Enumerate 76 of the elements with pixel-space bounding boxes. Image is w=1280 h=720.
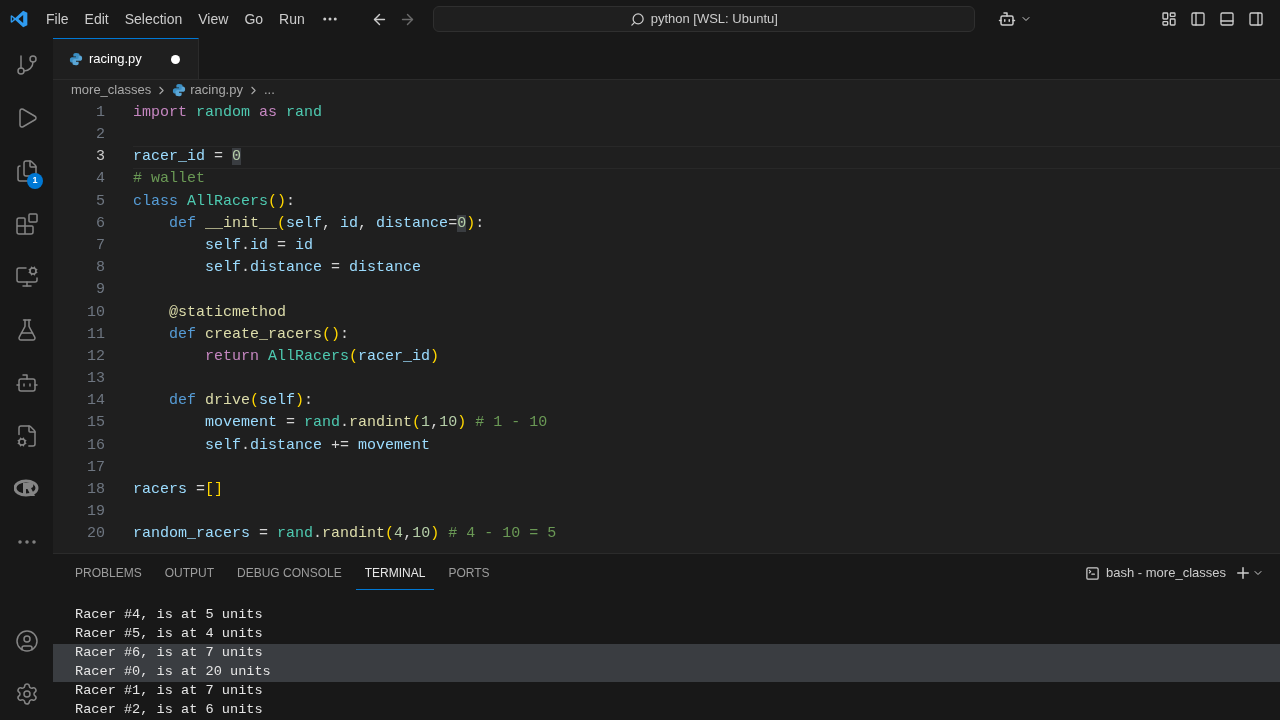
line-number: 13 (86, 369, 105, 390)
sidebar-toggle-icon[interactable] (1190, 11, 1206, 27)
code-line: def create_racers(): (168, 324, 350, 345)
app-logo-icon[interactable] (9, 9, 29, 29)
panel-tab[interactable]: PORTS (439, 556, 499, 590)
terminal-output-line: Racer #2, is at 6 units (75, 701, 263, 720)
tab-label: racing.py (89, 50, 142, 69)
terminal-output-line: Racer #4, is at 5 units (75, 606, 263, 625)
python-file-icon (69, 52, 83, 66)
menu-item[interactable]: Run (271, 8, 313, 30)
code-line: racers =[] (133, 480, 224, 501)
command-center-search[interactable]: python [WSL: Ubuntu] (432, 6, 975, 32)
line-number: 17 (86, 457, 105, 478)
panel-toggle-icon[interactable] (1219, 11, 1235, 27)
line-number: 7 (95, 235, 105, 256)
terminal-output-line: Racer #0, is at 20 units (75, 663, 271, 682)
menu-item[interactable]: File (38, 8, 77, 30)
layout-icon[interactable] (1161, 11, 1177, 27)
line-number: 16 (86, 435, 105, 456)
line-number: 9 (95, 280, 105, 301)
source-control-icon[interactable] (14, 52, 39, 77)
terminal-output-line: Racer #6, is at 7 units (75, 644, 263, 663)
notification-badge: 1 (27, 173, 43, 189)
remote-explorer-icon[interactable] (14, 264, 39, 289)
code-line: return AllRacers(racer_id) (204, 346, 440, 367)
line-number: 3 (95, 147, 105, 168)
line-number: 8 (95, 258, 105, 279)
menu-item[interactable]: Selection (116, 8, 191, 30)
line-number: 12 (86, 346, 105, 367)
code-line: movement = rand.randint(1,10) # 1 - 10 (204, 413, 548, 434)
menu-item[interactable]: View (190, 8, 237, 30)
explorer-icon[interactable] (14, 158, 39, 183)
code-line: import random as rand (133, 102, 323, 123)
terminal-shell-icon (1085, 565, 1101, 581)
terminal-name[interactable]: bash - more_classes (1106, 563, 1226, 583)
terminal-output-line: Racer #1, is at 7 units (75, 682, 263, 701)
secondary-sidebar-icon[interactable] (1248, 11, 1264, 27)
code-line: random_racers = rand.randint(4,10) # 4 - 10 = 5 (133, 524, 557, 545)
line-number: 2 (95, 125, 105, 146)
search-icon (629, 11, 645, 27)
breadcrumb-item[interactable]: more_classes (71, 80, 152, 100)
line-number: 6 (95, 213, 105, 234)
extensions-icon[interactable] (14, 211, 39, 236)
code-line: # wallet (133, 169, 205, 190)
line-number: 19 (86, 502, 105, 523)
line-number: 1 (95, 102, 105, 123)
code-line: self.distance = distance (204, 258, 422, 279)
line-number: 15 (86, 413, 105, 434)
line-number: 10 (86, 302, 105, 323)
editor-tab[interactable]: racing.py (53, 38, 199, 79)
code-line: def __init__(self, id, distance=0): (168, 213, 485, 234)
code-line: self.distance += movement (204, 435, 431, 456)
panel-tab[interactable]: PROBLEMS (66, 556, 151, 590)
code-line: @staticmethod (168, 302, 287, 323)
breadcrumb-item[interactable]: racing.py (190, 80, 243, 100)
line-number: 18 (86, 480, 105, 501)
line-number: 4 (95, 169, 105, 190)
account-icon[interactable] (14, 628, 39, 653)
breadcrumb-item[interactable]: ... (263, 80, 275, 100)
panel-tab[interactable]: TERMINAL (355, 556, 435, 590)
menu-item[interactable]: Go (236, 8, 272, 30)
new-terminal-icon[interactable] (1234, 564, 1252, 582)
panel-tab[interactable]: OUTPUT (155, 556, 224, 590)
code-line: class AllRacers(): (133, 191, 296, 212)
line-number: 11 (86, 324, 105, 345)
panel-tab[interactable]: DEBUG CONSOLE (228, 556, 351, 590)
line-number: 5 (95, 191, 105, 212)
code-line: def drive(self): (168, 391, 314, 412)
code-line: self.id = id (204, 235, 314, 256)
settings-icon[interactable] (14, 681, 39, 706)
terminal-output-line: Racer #5, is at 4 units (75, 625, 263, 644)
python-file-icon (172, 83, 187, 97)
code-line: racer_id = 0 (133, 147, 242, 168)
menu-item[interactable]: Edit (76, 8, 117, 30)
line-number: 14 (86, 391, 105, 412)
line-number: 20 (86, 524, 105, 545)
